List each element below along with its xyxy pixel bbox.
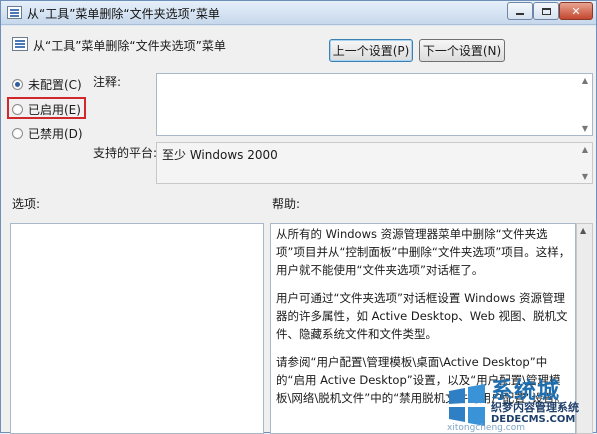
maximize-button[interactable] [533,2,559,20]
help-paragraph: 用户可通过“文件夹选项”对话框设置 Windows 资源管理器的许多属性，如 A… [276,291,568,341]
scroll-up-icon[interactable]: ▲ [580,145,590,154]
radio-label: 已禁用(D) [28,127,83,141]
minimize-icon [516,13,524,15]
scroll-down-icon[interactable]: ▼ [580,172,590,181]
radio-label: 未配置(C) [28,78,82,92]
scroll-up-icon[interactable]: ▲ [580,226,586,235]
policy-document-icon [7,6,22,19]
options-label: 选项: [12,197,41,211]
radio-button[interactable] [12,128,23,139]
platform-field: 至少 Windows 2000 ▲ ▼ [156,142,593,184]
scroll-down-icon[interactable]: ▼ [580,124,590,133]
setting-document-icon [12,37,28,51]
maximize-icon [541,7,551,15]
platform-value: 至少 Windows 2000 [162,148,278,162]
windows-logo-icon [449,384,485,426]
setting-title: 从“工具”菜单删除“文件夹选项”菜单 [33,39,226,53]
comment-label: 注释: [93,75,122,89]
watermark-tagline: 织梦内容管理系统 [491,401,579,414]
minimize-button[interactable] [507,2,533,20]
radio-button-checked[interactable] [12,79,23,90]
scroll-up-icon[interactable]: ▲ [580,76,590,85]
comment-textarea[interactable]: ▲ ▼ [156,73,593,136]
window-title: 从“工具”菜单删除“文件夹选项”菜单 [27,7,220,21]
watermark-site: xitongcheng.com [447,423,525,433]
next-setting-button[interactable]: 下一个设置(N) [419,39,505,62]
radio-disabled[interactable]: 已禁用(D) [12,125,83,142]
radio-label: 已启用(E) [28,103,81,117]
close-button[interactable]: ✕ [559,2,593,20]
radio-enabled[interactable]: 已启用(E) [12,101,81,118]
options-panel [10,223,264,434]
help-label: 帮助: [272,197,301,211]
radio-not-configured[interactable]: 未配置(C) [12,76,82,93]
site-watermark: 系统城 织梦内容管理系统 DEDECMS.COM xitongcheng.com [441,371,597,434]
previous-setting-button[interactable]: 上一个设置(P) [329,39,413,62]
title-bar[interactable]: 从“工具”菜单删除“文件夹选项”菜单 ✕ [1,1,596,25]
close-icon: ✕ [571,4,581,18]
policy-dialog-window: 从“工具”菜单删除“文件夹选项”菜单 ✕ 从“工具”菜单删除“文件夹选项”菜单 … [0,0,597,434]
help-paragraph: 从所有的 Windows 资源管理器菜单中删除“文件夹选项”项目并从“控制面板”… [276,227,571,277]
radio-button[interactable] [12,104,23,115]
platform-label: 支持的平台: [93,146,158,160]
